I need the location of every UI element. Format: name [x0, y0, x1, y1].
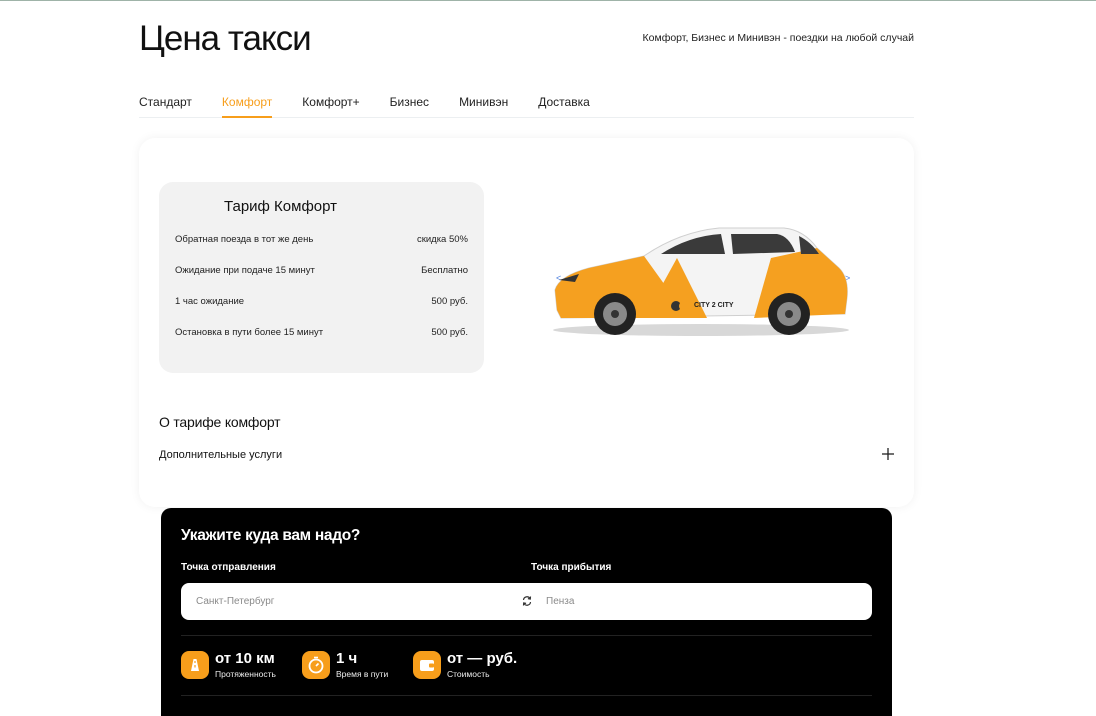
tariff-title: Тариф Комфорт [224, 198, 338, 215]
tariff-row: Обратная поезда в тот же день скидка 50% [175, 234, 468, 248]
plus-icon[interactable] [881, 447, 895, 461]
page-title: Цена такси [139, 19, 312, 58]
divider [181, 635, 872, 636]
tariff-row-value: скидка 50% [416, 234, 468, 245]
tariff-row: 1 час ожидание 500 руб. [175, 296, 468, 310]
timer-icon [302, 651, 330, 679]
stat-value: от — руб. [447, 650, 518, 667]
tariff-row-value: Бесплатно [421, 265, 468, 276]
about-title: О тарифе комфорт [159, 414, 281, 430]
stat-caption: Время в пути [336, 669, 389, 679]
tariff-info-box: Тариф Комфорт Обратная поезда в тот же д… [159, 182, 484, 373]
stat-value: 1 ч [336, 650, 358, 667]
tariff-row-label: Обратная поезда в тот же день [175, 234, 314, 245]
tariff-row-label: Остановка в пути более 15 минут [175, 327, 324, 338]
tariff-row-label: Ожидание при подаче 15 минут [175, 265, 315, 276]
tariff-row-value: 500 руб. [431, 327, 468, 338]
stat-caption: Протяженность [215, 669, 276, 679]
page-tagline: Комфорт, Бизнес и Минивэн - поездки на л… [642, 32, 914, 44]
tariff-row: Ожидание при подаче 15 минут Бесплатно [175, 265, 468, 279]
from-label: Точка отправления [181, 562, 276, 573]
car-image [553, 227, 849, 336]
to-field[interactable]: Пенза [546, 596, 574, 607]
tab-delivery[interactable]: Доставка [538, 93, 590, 118]
stat-caption: Стоимость [447, 669, 490, 679]
route-calculator: Укажите куда вам надо? Точка отправления… [161, 508, 892, 716]
tariff-row-value: 500 руб. [431, 296, 468, 307]
swap-icon[interactable] [521, 595, 533, 607]
tab-comfort-plus[interactable]: Комфорт+ [302, 93, 359, 118]
stat-value: от 10 км [215, 650, 275, 667]
divider [181, 695, 872, 696]
tariff-row: Остановка в пути более 15 минут 500 руб. [175, 327, 468, 341]
tab-comfort[interactable]: Комфорт [221, 93, 273, 118]
car-carousel: < > CITY 2 CITY [549, 218, 859, 348]
tariff-row-label: 1 час ожидание [175, 296, 245, 307]
wallet-icon [413, 651, 441, 679]
extra-services-label[interactable]: Дополнительные услуги [159, 449, 282, 461]
to-label: Точка прибытия [531, 562, 612, 573]
car-brand-text: CITY 2 CITY [694, 302, 734, 309]
tab-minivan[interactable]: Минивэн [459, 93, 508, 118]
route-input: Санкт-Петербург Пенза [181, 583, 872, 620]
tariff-card: Тариф Комфорт Обратная поезда в тот же д… [139, 138, 914, 507]
tab-business[interactable]: Бизнес [390, 93, 429, 118]
route-title: Укажите куда вам надо? [181, 527, 361, 544]
tariff-tabs: Стандарт Комфорт Комфорт+ Бизнес Минивэн… [139, 93, 914, 118]
road-icon [181, 651, 209, 679]
from-field[interactable]: Санкт-Петербург [196, 596, 274, 607]
tab-standard[interactable]: Стандарт [139, 93, 192, 118]
